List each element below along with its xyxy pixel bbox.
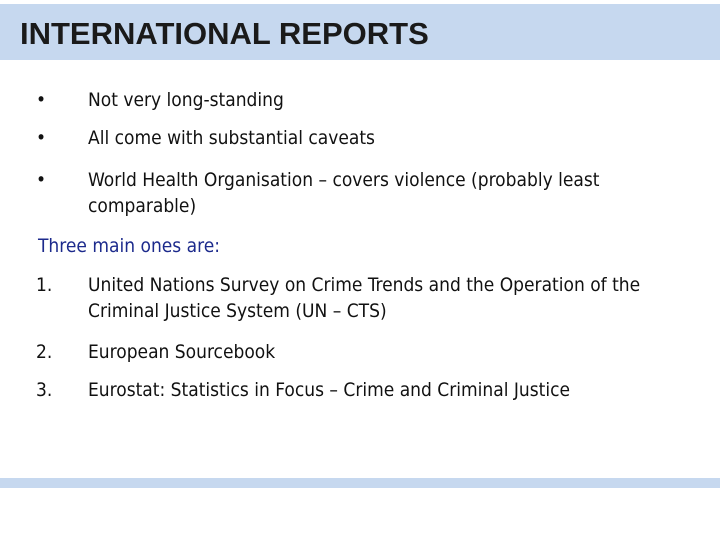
slide-title: INTERNATIONAL REPORTS (20, 16, 429, 51)
bullet-text: World Health Organisation – covers viole… (88, 169, 600, 217)
bullet-marker: • (36, 169, 47, 191)
title-bar: INTERNATIONAL REPORTS (0, 4, 720, 60)
numbered-text: European Sourcebook (88, 341, 276, 363)
bullet-text: Not very long-standing (88, 89, 284, 111)
bottom-bar (0, 478, 720, 488)
intro-text: Three main ones are: (38, 235, 220, 257)
numbered-text: United Nations Survey on Crime Trends an… (88, 274, 641, 322)
number-marker: 1. (36, 274, 53, 296)
bullet-marker: • (36, 89, 47, 111)
numbered-text: Eurostat: Statistics in Focus – Crime an… (88, 379, 571, 401)
bullet-marker: • (36, 127, 47, 149)
bullet-text: All come with substantial caveats (88, 127, 375, 149)
number-marker: 2. (36, 341, 53, 363)
number-marker: 3. (36, 379, 53, 401)
